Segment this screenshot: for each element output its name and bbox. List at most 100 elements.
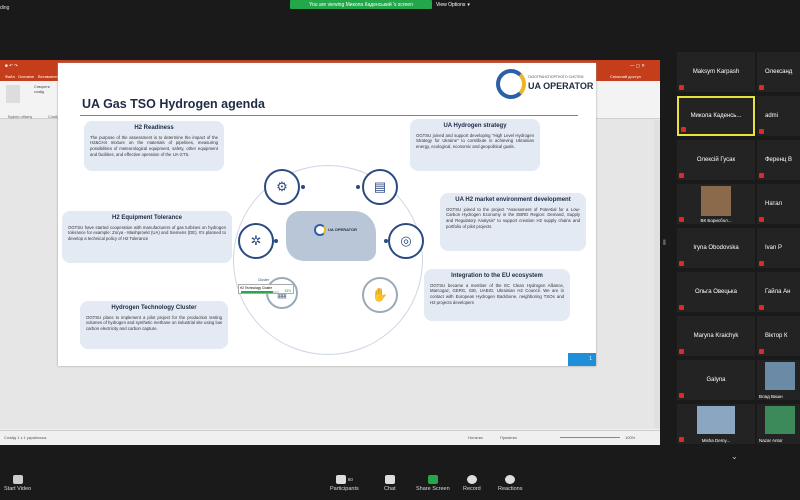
create-slide-button[interactable]: Створити	[34, 85, 50, 89]
participant-tile[interactable]: Maksym Karpash	[677, 52, 755, 92]
connector-dot	[301, 185, 305, 189]
participants-label: Participants	[330, 486, 359, 492]
paste-icon[interactable]	[6, 85, 20, 103]
start-video-button[interactable]: Start Video	[4, 475, 31, 492]
tab-file[interactable]: Файл	[5, 74, 15, 79]
participant-tile[interactable]: Ivan P	[757, 228, 800, 268]
card-text: The purpose of the assessment is to dete…	[90, 134, 218, 157]
card-technology-cluster: Hydrogen Technology Cluster OGTSU plans …	[80, 301, 228, 349]
zoom-percent[interactable]: 100%	[625, 435, 635, 440]
muted-mic-icon	[759, 217, 764, 222]
card-title: UA H2 market environment development	[455, 197, 571, 203]
tab-insert[interactable]: Вставлення	[38, 74, 60, 79]
share-screen-button[interactable]: Share Screen	[416, 475, 450, 492]
participant-tile[interactable]: Maryna Kraichyk	[677, 316, 755, 356]
logo-small-text: ГАЗОТРАНСПОРТНОГО СИСТЕМ	[528, 75, 584, 79]
connector-dot	[384, 239, 388, 243]
participant-tile[interactable]: Galyna	[677, 360, 755, 400]
tab-home[interactable]: Основне	[18, 74, 34, 79]
participant-tile[interactable]: Віктор К	[757, 316, 800, 356]
participant-tile[interactable]: Ольга Овецька	[677, 272, 755, 312]
status-slide-info: Слайд 1 з 1 українська	[4, 435, 47, 440]
cluster-small-label: Cluster	[258, 278, 270, 282]
title-rule	[80, 115, 578, 116]
map-logo-icon	[314, 224, 326, 236]
participant-tile[interactable]: Натал	[757, 184, 800, 224]
participant-name: Віктор К	[765, 333, 788, 339]
participant-name: Ivan P	[765, 245, 783, 251]
participant-tile[interactable]: admi	[757, 96, 800, 136]
market-icon: ◎	[388, 223, 424, 259]
vertical-scrollbar[interactable]	[654, 120, 660, 428]
muted-mic-icon	[759, 173, 764, 178]
participant-name: Nazar Antor	[759, 438, 783, 443]
comments-button[interactable]: Примітки	[500, 435, 517, 440]
participant-gallery: Maksym Karpash Олександ Микола Каденсь..…	[677, 52, 800, 472]
reactions-label: Reactions	[498, 486, 523, 492]
chat-icon	[384, 475, 395, 484]
participants-count: 60	[347, 477, 353, 482]
notes-button[interactable]: Нотатки	[468, 435, 483, 440]
gallery-scroll-down-icon[interactable]: ⌄	[731, 452, 738, 461]
participant-tile[interactable]: Iryna Obodovska	[677, 228, 755, 268]
muted-mic-icon	[681, 127, 686, 132]
participant-name: Микола Каденсь...	[690, 113, 742, 119]
participant-name: Galyna	[706, 377, 726, 383]
chat-button[interactable]: Chat	[384, 475, 396, 492]
save-icon[interactable]: ■ ↶ ↷	[5, 63, 18, 69]
record-button[interactable]: Record	[463, 475, 481, 492]
start-video-label: Start Video	[4, 486, 32, 492]
zoom-slider[interactable]	[560, 437, 620, 438]
participant-tile[interactable]: Nazar Antor	[757, 404, 800, 444]
participant-tile[interactable]: Влад Вишн	[757, 360, 800, 400]
card-title: H2 Readiness	[134, 125, 174, 131]
record-icon	[466, 475, 477, 484]
participant-tile[interactable]: ВК Борисбол...	[677, 184, 755, 224]
share-screen-label: Share Screen	[416, 486, 450, 492]
zoom-bottom-toolbar: Start Video 60 Participants Chat Share Sc…	[0, 472, 800, 500]
muted-mic-icon	[759, 349, 764, 354]
participant-name: Олександ	[765, 69, 793, 75]
muted-mic-icon	[679, 85, 684, 90]
reactions-button[interactable]: Reactions	[498, 475, 522, 492]
page-number: 1	[568, 353, 596, 366]
participant-photo	[701, 186, 731, 216]
card-h2-readiness: H2 Readiness The purpose of the assessme…	[84, 121, 224, 171]
muted-mic-icon	[759, 85, 764, 90]
participants-icon	[335, 475, 346, 484]
participants-button[interactable]: 60 Participants	[330, 475, 359, 492]
participant-name: ВК Борисбол...	[700, 218, 732, 223]
card-title: Hydrogen Technology Cluster	[111, 305, 197, 311]
participant-name: Ференц В	[765, 157, 792, 163]
gallery-collapse-icon[interactable]: ‖	[663, 240, 666, 247]
equipment-icon: ✲	[238, 223, 274, 259]
card-text: OGTSU have started cooperation with manu…	[68, 224, 226, 241]
participant-tile[interactable]: Misha Demy...	[677, 404, 755, 444]
participant-tile[interactable]: Гайла Ан	[757, 272, 800, 312]
window-controls-icon[interactable]: — ▢ ✕	[630, 63, 645, 69]
muted-mic-icon	[679, 437, 684, 442]
muted-mic-icon	[679, 217, 684, 222]
chevron-down-icon: ▾	[467, 1, 470, 8]
view-options-button[interactable]: View Options ▾	[436, 0, 476, 9]
ukraine-map	[286, 211, 376, 261]
participant-tile[interactable]: Олексій Гусак	[677, 140, 755, 180]
participant-tile-active-speaker[interactable]: Микола Каденсь...	[677, 96, 755, 136]
tech-cluster-progress	[241, 291, 273, 293]
participant-photo	[765, 362, 795, 390]
participant-name: Maksym Karpash	[692, 69, 740, 75]
share-button[interactable]: Спільний доступ	[610, 74, 641, 79]
card-text: OGTSU joined and support developing "Hig…	[416, 132, 534, 149]
card-text: OGTSU plans to implement a pilot project…	[86, 314, 222, 331]
reactions-icon	[505, 475, 516, 484]
viewing-banner: You are viewing Микола Каденський 's scr…	[290, 0, 432, 9]
card-title: UA Hydrogen strategy	[443, 123, 507, 129]
slide-title: UA Gas TSO Hydrogen agenda	[82, 97, 265, 111]
muted-mic-icon	[759, 261, 764, 266]
strategy-icon: ▤	[362, 169, 398, 205]
participant-tile[interactable]: Олександ	[757, 52, 800, 92]
card-eu-integration: Integration to the EU ecosystem OGTSU be…	[424, 269, 570, 321]
record-label: Record	[463, 486, 481, 492]
integration-icon: ✋	[362, 277, 398, 313]
participant-tile[interactable]: Ференц В	[757, 140, 800, 180]
